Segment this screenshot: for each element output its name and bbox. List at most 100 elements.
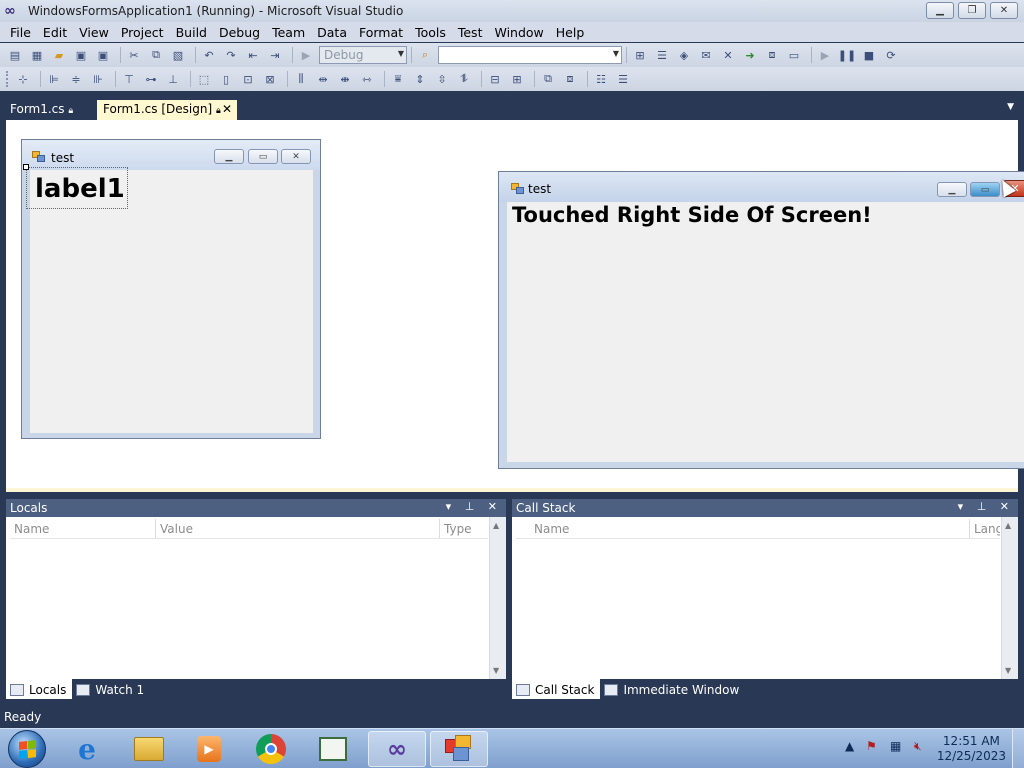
stop-debugging-icon[interactable]: ■: [860, 47, 878, 63]
label1-control[interactable]: label1: [26, 167, 128, 209]
properties-window-icon[interactable]: ☰: [653, 47, 671, 63]
menu-team[interactable]: Team: [266, 25, 311, 40]
chrome-icon[interactable]: [242, 731, 300, 767]
align-middles-icon[interactable]: ⊶: [142, 71, 160, 87]
locals-scrollbar[interactable]: ▲ ▼: [489, 517, 506, 679]
running-form-title-bar[interactable]: test ▁ ▭: [499, 172, 1024, 202]
selection-handle[interactable]: [23, 164, 29, 170]
align-rights-icon[interactable]: ⊪: [89, 71, 107, 87]
remove-horizontal-spacing-icon[interactable]: ⇿: [358, 71, 376, 87]
menu-project[interactable]: Project: [115, 25, 170, 40]
align-tops-icon[interactable]: ⊤: [120, 71, 138, 87]
copy-icon[interactable]: ⧉: [147, 47, 165, 63]
taskbar-clock[interactable]: 12:51 AM 12/25/2023: [937, 734, 1006, 764]
make-same-width-icon[interactable]: ⬚: [195, 71, 213, 87]
center-horizontally-icon[interactable]: ⊟: [486, 71, 504, 87]
running-form-maximize-button[interactable]: ▭: [970, 182, 1000, 197]
align-centers-icon[interactable]: ≑: [67, 71, 85, 87]
design-form-client-area[interactable]: [30, 170, 313, 433]
menu-build[interactable]: Build: [170, 25, 213, 40]
find-combo[interactable]: ▼: [438, 46, 622, 64]
running-form-client-area[interactable]: [507, 202, 1024, 462]
remove-vertical-spacing-icon[interactable]: ⥮: [455, 71, 473, 87]
open-file-icon[interactable]: ▰: [50, 47, 68, 63]
tab-form1-design[interactable]: Form1.cs [Design] 🔒︎ ✕: [97, 100, 237, 120]
visual-studio-icon[interactable]: ∞: [368, 731, 426, 767]
undo-icon[interactable]: ↶: [200, 47, 218, 63]
tab-watch-1[interactable]: Watch 1: [72, 679, 150, 699]
show-desktop-button[interactable]: [1012, 729, 1024, 768]
increase-vertical-spacing-icon[interactable]: ⇕: [411, 71, 429, 87]
scroll-up-icon[interactable]: ▲: [493, 521, 499, 530]
internet-explorer-icon[interactable]: e: [58, 731, 116, 767]
start-debugging-icon[interactable]: ▶: [297, 47, 315, 63]
toolbar-grip[interactable]: [6, 71, 10, 87]
cut-icon[interactable]: ✂: [125, 47, 143, 63]
menu-test[interactable]: Test: [452, 25, 489, 40]
tab-form1-cs[interactable]: Form1.cs 🔒︎: [4, 100, 79, 120]
find-in-files-icon[interactable]: ⌕: [416, 47, 434, 63]
minimize-button[interactable]: ▁: [926, 2, 954, 19]
tab-order-icon[interactable]: ☷: [592, 71, 610, 87]
extension-manager-icon[interactable]: ✕: [719, 47, 737, 63]
menu-debug[interactable]: Debug: [213, 25, 266, 40]
decrease-vertical-spacing-icon[interactable]: ⇳: [433, 71, 451, 87]
decrease-horizontal-spacing-icon[interactable]: ⇼: [336, 71, 354, 87]
navigate-backward-icon[interactable]: ⇤: [244, 47, 262, 63]
continue-icon[interactable]: ▶: [816, 47, 834, 63]
restore-button[interactable]: ❐: [958, 2, 986, 19]
show-hidden-icons-icon[interactable]: ▲: [845, 739, 854, 753]
start-page-icon[interactable]: ➜: [741, 47, 759, 63]
size-to-grid-icon[interactable]: ⊠: [261, 71, 279, 87]
solution-configuration-select[interactable]: Debug ▼: [319, 46, 407, 64]
new-project-icon[interactable]: ▤: [6, 47, 24, 63]
tab-immediate-window[interactable]: Immediate Window: [600, 679, 745, 699]
redo-icon[interactable]: ↷: [222, 47, 240, 63]
make-same-height-icon[interactable]: ▯: [217, 71, 235, 87]
network-icon[interactable]: ▦: [890, 739, 901, 753]
start-button[interactable]: [8, 730, 46, 768]
class-view-icon[interactable]: ⧈: [763, 47, 781, 63]
send-to-back-icon[interactable]: ⧈: [561, 71, 579, 87]
tab-locals[interactable]: Locals: [6, 679, 73, 699]
make-same-size-icon[interactable]: ⊡: [239, 71, 257, 87]
column-value[interactable]: Value: [156, 519, 440, 538]
running-form-minimize-button[interactable]: ▁: [937, 182, 967, 197]
align-lefts-icon[interactable]: ⊫: [45, 71, 63, 87]
tab-call-stack[interactable]: Call Stack: [512, 679, 601, 699]
toolbox-icon[interactable]: ✉: [697, 47, 715, 63]
save-all-icon[interactable]: ▣: [94, 47, 112, 63]
command-window-icon[interactable]: ▭: [785, 47, 803, 63]
call-stack-panel-header[interactable]: Call Stack ▾ ⊥ ✕: [512, 499, 1018, 517]
toolbar-options-icon[interactable]: ☰: [614, 71, 632, 87]
break-all-icon[interactable]: ❚❚: [838, 47, 856, 63]
restart-icon[interactable]: ⟳: [882, 47, 900, 63]
column-name[interactable]: Name: [530, 519, 970, 538]
menu-view[interactable]: View: [73, 25, 115, 40]
center-vertically-icon[interactable]: ⊞: [508, 71, 526, 87]
menu-data[interactable]: Data: [311, 25, 353, 40]
align-to-grid-icon[interactable]: ⊹: [14, 71, 32, 87]
make-horizontal-spacing-equal-icon[interactable]: ⫼: [292, 71, 310, 87]
menu-tools[interactable]: Tools: [409, 25, 452, 40]
media-player-icon[interactable]: ▶: [180, 731, 238, 767]
call-stack-scrollbar[interactable]: ▲ ▼: [1001, 517, 1018, 679]
menu-edit[interactable]: Edit: [37, 25, 73, 40]
panel-window-controls[interactable]: ▾ ⊥ ✕: [958, 500, 1014, 513]
close-button[interactable]: ✕: [990, 2, 1018, 19]
active-files-dropdown-icon[interactable]: ▼: [1007, 102, 1014, 112]
document-icon[interactable]: [304, 731, 362, 767]
column-name[interactable]: Name: [10, 519, 156, 538]
file-explorer-icon[interactable]: [120, 731, 178, 767]
locals-panel-header[interactable]: Locals ▾ ⊥ ✕: [6, 499, 506, 517]
navigate-forward-icon[interactable]: ⇥: [266, 47, 284, 63]
bring-to-front-icon[interactable]: ⧉: [539, 71, 557, 87]
object-browser-icon[interactable]: ◈: [675, 47, 693, 63]
scroll-down-icon[interactable]: ▼: [493, 666, 499, 675]
menu-format[interactable]: Format: [353, 25, 409, 40]
column-type[interactable]: Type: [440, 519, 488, 538]
make-vertical-spacing-equal-icon[interactable]: ⩸: [389, 71, 407, 87]
paste-icon[interactable]: ▧: [169, 47, 187, 63]
close-tab-icon[interactable]: ✕: [222, 102, 232, 116]
solution-explorer-icon[interactable]: ⊞: [631, 47, 649, 63]
